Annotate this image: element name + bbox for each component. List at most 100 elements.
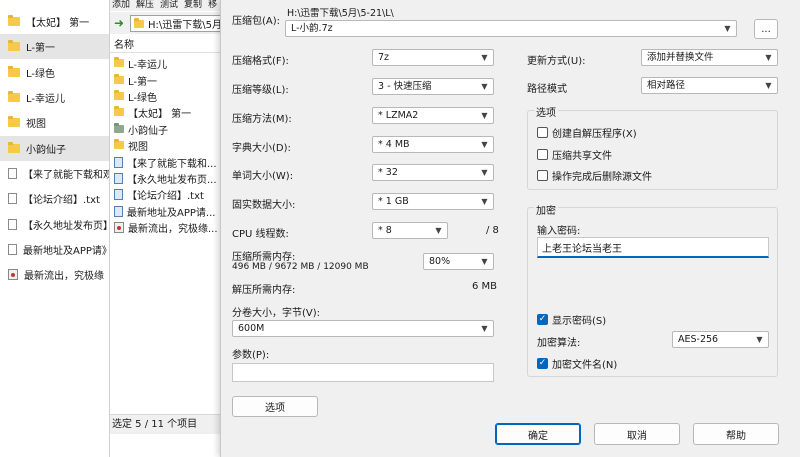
checkmark-icon: ✓	[537, 314, 548, 325]
checkmark-icon: ✓	[537, 358, 548, 369]
file-row[interactable]: 【来了就能下载和...	[110, 154, 226, 170]
explorer-item[interactable]: 【来了就能下载和观	[0, 161, 112, 186]
file-row[interactable]: L-第一	[110, 72, 226, 88]
cpu-threads-select[interactable]: * 8 ▼	[372, 222, 448, 239]
file-row-label: 【太妃】 第一	[128, 108, 192, 120]
password-input[interactable]: 上老王论坛当老王	[537, 237, 769, 258]
memory-percent-select[interactable]: 80% ▼	[423, 253, 494, 270]
path-mode-value: 相对路径	[647, 80, 686, 91]
show-password-checkbox[interactable]: ✓ 显示密码(S)	[537, 312, 606, 327]
cpu-threads-label: CPU 线程数:	[232, 229, 289, 240]
split-size-value: 600M	[238, 323, 265, 334]
explorer-item-label: 最新流出，究极缘	[24, 271, 104, 282]
menu-test[interactable]: 测试	[160, 0, 178, 11]
document-icon	[114, 172, 123, 184]
level-label: 压缩等级(L):	[232, 85, 289, 96]
up-folder-button[interactable]: ➜	[112, 15, 126, 31]
split-size-combo[interactable]: 600M ▼	[232, 320, 494, 337]
folder-icon	[114, 139, 124, 149]
options-button[interactable]: 选项	[232, 396, 318, 417]
format-value: 7z	[378, 52, 390, 63]
word-size-value: * 32	[378, 167, 398, 178]
explorer-item-label: 【永久地址发布页】.	[23, 221, 112, 232]
parameters-input[interactable]	[232, 363, 494, 382]
explorer-item[interactable]: L-幸运儿	[0, 85, 112, 110]
update-mode-value: 添加并替换文件	[647, 52, 714, 63]
chevron-down-icon: ▼	[481, 82, 488, 91]
checkbox-box	[537, 149, 548, 160]
file-row[interactable]: 【论坛介绍】.txt	[110, 186, 226, 202]
file-row[interactable]: 【永久地址发布页...	[110, 170, 226, 186]
explorer-item[interactable]: 小韵仙子	[0, 136, 112, 161]
file-row[interactable]: 小韵仙子	[110, 121, 226, 137]
menu-move[interactable]: 移	[208, 0, 217, 11]
file-row[interactable]: L-绿色	[110, 88, 226, 104]
chevron-down-icon: ▼	[765, 81, 772, 90]
document-icon	[114, 188, 123, 200]
encrypt-filenames-checkbox[interactable]: ✓ 加密文件名(N)	[537, 356, 617, 371]
encryption-method-value: AES-256	[678, 334, 719, 345]
executable-icon	[114, 221, 124, 233]
solid-size-label: 固实数据大小:	[232, 200, 296, 211]
ok-button[interactable]: 确定	[495, 423, 581, 445]
folder-icon	[114, 106, 124, 116]
path-mode-select[interactable]: 相对路径 ▼	[641, 77, 778, 94]
explorer-item[interactable]: L-绿色	[0, 60, 112, 85]
folder-icon	[8, 91, 20, 102]
explorer-item[interactable]: 【永久地址发布页】.	[0, 212, 112, 237]
explorer-item[interactable]: 最新流出，究极缘	[0, 262, 112, 287]
explorer-item[interactable]: 【太妃】 第一	[0, 9, 112, 34]
file-row-label: 【永久地址发布页...	[127, 174, 217, 186]
dictionary-select[interactable]: * 4 MB ▼	[372, 136, 494, 153]
explorer-item[interactable]: L-第一	[0, 34, 112, 59]
zip-toolbar: ➜ H:\迅雷下载\5月	[110, 12, 230, 34]
explorer-item-label: L-幸运儿	[26, 94, 66, 105]
level-select[interactable]: 3 - 快速压缩 ▼	[372, 78, 494, 95]
document-icon	[8, 219, 17, 230]
chevron-down-icon: ▼	[481, 53, 488, 62]
browse-button[interactable]: ...	[754, 19, 778, 39]
chevron-down-icon: ▼	[481, 197, 488, 206]
word-size-label: 单词大小(W):	[232, 171, 294, 182]
checkbox-box	[537, 170, 548, 181]
menu-copy[interactable]: 复制	[184, 0, 202, 11]
update-mode-select[interactable]: 添加并替换文件 ▼	[641, 49, 778, 66]
memory-compress-label: 压缩所需内存:	[232, 252, 296, 263]
explorer-item[interactable]: 最新地址及APP请》	[0, 237, 112, 262]
address-bar[interactable]: H:\迅雷下载\5月	[130, 15, 230, 32]
format-select[interactable]: 7z ▼	[372, 49, 494, 66]
explorer-item[interactable]: 视图	[0, 110, 112, 135]
chevron-down-icon: ▼	[481, 257, 488, 266]
path-mode-label: 路径模式	[527, 84, 567, 95]
zip-menu-bar: 添加 解压 测试 复制 移	[110, 0, 226, 11]
folder-icon	[8, 15, 20, 26]
solid-size-select[interactable]: * 1 GB ▼	[372, 193, 494, 210]
file-row-label: 【来了就能下载和...	[127, 158, 217, 170]
menu-extract[interactable]: 解压	[136, 0, 154, 11]
column-header-name[interactable]: 名称	[110, 38, 226, 53]
file-row[interactable]: 最新地址及APP请...	[110, 203, 226, 219]
explorer-item[interactable]: 【论坛介绍】.txt	[0, 186, 112, 211]
archive-label: 压缩包(A):	[232, 16, 281, 27]
cancel-button[interactable]: 取消	[594, 423, 680, 445]
explorer-item-label: 【太妃】 第一	[26, 18, 90, 29]
explorer-item-label: 【论坛介绍】.txt	[23, 195, 100, 206]
document-icon	[8, 168, 17, 179]
file-row[interactable]: 最新流出，究极缘...	[110, 219, 226, 235]
zip-file-manager: 添加 解压 测试 复制 移 ➜ H:\迅雷下载\5月 名称 L-幸运儿 L-第一…	[109, 0, 230, 457]
file-row[interactable]: 【太妃】 第一	[110, 104, 226, 120]
method-select[interactable]: * LZMA2 ▼	[372, 107, 494, 124]
file-row[interactable]: L-幸运儿	[110, 55, 226, 71]
file-row[interactable]: 视图	[110, 137, 226, 153]
word-size-select[interactable]: * 32 ▼	[372, 164, 494, 181]
menu-add[interactable]: 添加	[112, 0, 130, 11]
file-row-label: 小韵仙子	[128, 125, 168, 137]
create-sfx-checkbox[interactable]: 创建自解压程序(X)	[537, 125, 637, 140]
delete-source-checkbox[interactable]: 操作完成后删除源文件	[537, 168, 652, 183]
split-size-label: 分卷大小，字节(V):	[232, 308, 321, 319]
folder-icon	[8, 40, 20, 51]
archive-name-combo[interactable]: L-小韵.7z ▼	[285, 20, 737, 37]
encryption-method-select[interactable]: AES-256 ▼	[672, 331, 769, 348]
compress-shared-checkbox[interactable]: 压缩共享文件	[537, 147, 612, 162]
help-button[interactable]: 帮助	[693, 423, 779, 445]
